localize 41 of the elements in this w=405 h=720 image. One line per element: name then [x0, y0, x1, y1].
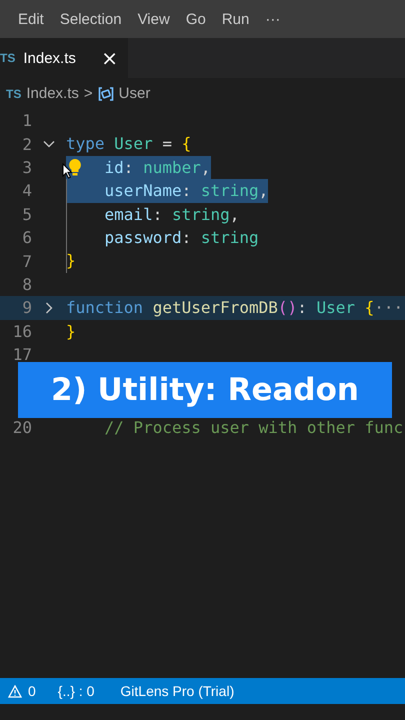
line-number: 17 — [12, 345, 32, 364]
code-line: } — [66, 250, 76, 272]
close-button[interactable]: × — [101, 46, 118, 70]
editor-tab[interactable]: TS Index.ts × — [0, 38, 128, 78]
code-line: function getUserFromDB(): User {··· — [66, 297, 404, 320]
line-number: 20 — [12, 418, 32, 438]
typescript-file-icon: TS — [0, 51, 16, 65]
line-number: 6 — [21, 228, 32, 248]
code-line: } — [66, 320, 76, 343]
lightbulb-icon[interactable] — [68, 158, 82, 176]
menu-item[interactable]: Selection — [52, 10, 130, 28]
line-number: 9 — [21, 298, 32, 318]
warning-count[interactable]: 0 — [28, 683, 36, 699]
line-number: 16 — [12, 322, 32, 341]
line-number: 3 — [21, 158, 32, 177]
expand-chevron-icon[interactable] — [43, 302, 55, 314]
more-menu[interactable]: ··· — [257, 10, 288, 28]
caption-banner: 2) Utility: Readon — [18, 362, 392, 418]
line-number: 4 — [21, 181, 32, 200]
line-number: 8 — [21, 274, 32, 294]
code-line: password: string — [104, 226, 259, 249]
bracket-status[interactable]: {..} : 0 — [58, 683, 94, 699]
menu-item[interactable]: Go — [178, 10, 214, 28]
warning-icon[interactable] — [8, 684, 22, 698]
breadcrumb-item[interactable]: Index.ts — [26, 85, 79, 102]
line-number: 2 — [21, 134, 32, 154]
line-number: 1 — [21, 111, 32, 130]
typescript-file-icon: TS — [6, 86, 22, 100]
code-line: type User = { — [66, 133, 192, 156]
line-number: 7 — [21, 252, 32, 271]
line-number: 5 — [21, 204, 32, 224]
breadcrumb-separator: > — [84, 85, 93, 102]
menu-item[interactable]: View — [130, 10, 178, 28]
code-line: // Process user with other func — [104, 417, 404, 440]
mouse-cursor-icon — [62, 163, 72, 179]
breadcrumb-item[interactable]: User — [118, 85, 150, 102]
gitlens-status[interactable]: GitLens Pro (Trial) — [120, 683, 234, 699]
code-line: email: string, — [104, 204, 240, 226]
menu-item[interactable]: Edit — [10, 10, 52, 28]
menu-item[interactable]: Run — [214, 10, 258, 28]
symbol-variable-icon — [98, 86, 114, 102]
